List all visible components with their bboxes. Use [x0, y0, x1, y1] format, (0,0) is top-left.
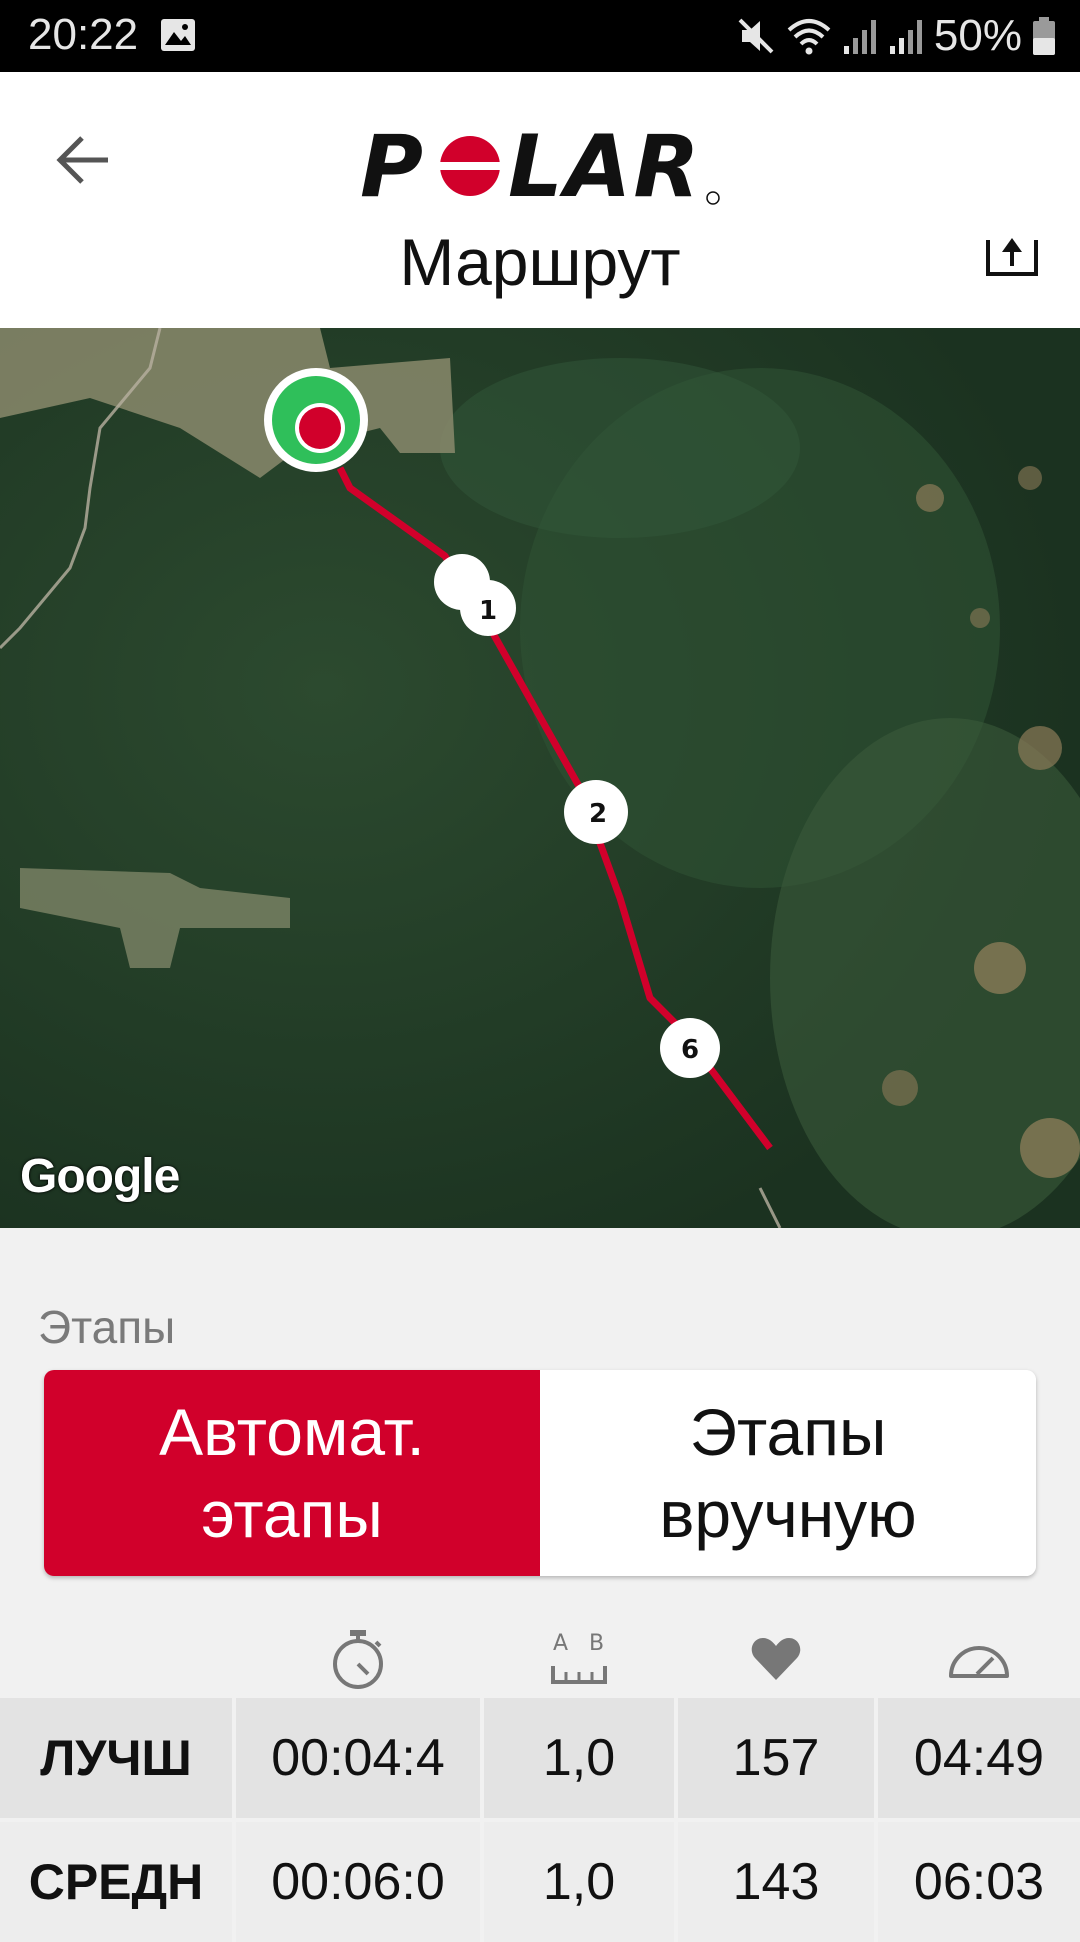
lap-marker-label: 2 — [589, 799, 607, 829]
battery-icon — [1033, 17, 1055, 55]
mute-icon — [738, 18, 774, 54]
manual-laps-tab[interactable]: Этапы вручную — [540, 1370, 1036, 1576]
start-marker[interactable] — [264, 368, 368, 472]
pace-cell: 04:49 — [878, 1698, 1080, 1818]
heart-icon — [751, 1638, 801, 1680]
back-arrow-icon[interactable] — [52, 128, 116, 192]
wifi-icon — [787, 19, 831, 55]
page-title: Маршрут — [399, 225, 681, 299]
pace-cell: 06:03 — [878, 1822, 1080, 1942]
polar-logo: P LAR — [360, 120, 720, 210]
svg-text:A: A — [553, 1631, 568, 1656]
status-icons: 50% — [736, 10, 1056, 62]
table-column-icons: A B — [0, 1620, 1080, 1698]
table-row[interactable]: ЛУЧШ 00:04:4 1,0 157 04:49 — [0, 1698, 1080, 1818]
auto-laps-tab[interactable]: Автомат. этапы — [44, 1370, 540, 1576]
speedometer-icon — [949, 1646, 1009, 1678]
app-header: P LAR Маршрут — [0, 72, 1080, 328]
table-row[interactable]: СРЕДН 00:06:0 1,0 143 06:03 — [0, 1822, 1080, 1942]
laps-segmented-control: Автомат. этапы Этапы вручную — [44, 1370, 1036, 1576]
time-cell: 00:04:4 — [236, 1698, 480, 1818]
lap-marker-label: 1 — [479, 596, 497, 626]
svg-text:B: B — [589, 1631, 604, 1656]
time-cell: 00:06:0 — [236, 1822, 480, 1942]
image-icon — [161, 19, 195, 51]
lap-marker-label: 6 — [681, 1035, 699, 1065]
battery-percent: 50% — [933, 11, 1022, 60]
distance-cell: 1,0 — [484, 1698, 674, 1818]
route-map[interactable]: 1 2 6 Google — [0, 328, 1080, 1228]
heart-rate-cell: 143 — [678, 1822, 874, 1942]
lap-marker[interactable]: 6 — [660, 1018, 720, 1078]
row-label: СРЕДН — [0, 1822, 232, 1942]
distance-cell: 1,0 — [484, 1822, 674, 1942]
lap-marker[interactable]: 2 — [564, 780, 628, 844]
heart-rate-cell: 157 — [678, 1698, 874, 1818]
row-label: ЛУЧШ — [0, 1698, 232, 1818]
signal-icon — [843, 20, 876, 54]
laps-section-label: Этапы — [38, 1301, 176, 1353]
google-attribution: Google — [20, 1150, 180, 1203]
status-bar: 20:22 50% — [0, 0, 1080, 72]
status-time: 20:22 — [28, 10, 139, 59]
signal-icon — [889, 20, 922, 54]
svg-text:LAR: LAR — [508, 120, 702, 210]
stopwatch-icon — [333, 1630, 383, 1689]
svg-text:P: P — [360, 120, 425, 210]
distance-icon: A B — [551, 1631, 607, 1684]
laps-table: ЛУЧШ 00:04:4 1,0 157 04:49 СРЕДН 00:06:0… — [0, 1698, 1080, 1942]
export-icon[interactable] — [984, 232, 1040, 280]
satellite-map-image: 1 2 6 — [0, 328, 1080, 1228]
